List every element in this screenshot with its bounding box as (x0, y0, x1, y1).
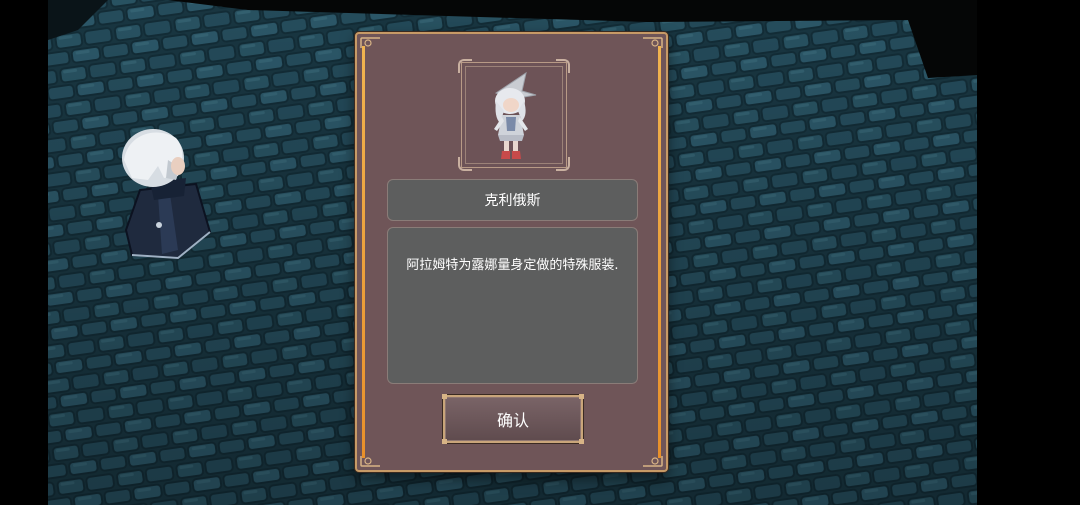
ornament-corner-icon (360, 456, 380, 467)
item-portrait-frame (458, 59, 570, 171)
item-description: 阿拉姆特为露娜量身定做的特殊服装. (406, 258, 619, 273)
ornament-corner-icon (643, 456, 663, 467)
costume-portrait-icon (494, 71, 537, 159)
ornament-corner-icon (360, 37, 380, 48)
confirm-button-label: 确认 (496, 411, 529, 430)
dialog-left-stripe (362, 46, 365, 458)
ornament-corner-icon (643, 37, 663, 48)
item-name: 克利俄斯 (484, 193, 541, 209)
player-character[interactable] (118, 120, 218, 270)
dialog-right-stripe (658, 46, 661, 458)
item-description-box: 阿拉姆特为露娜量身定做的特殊服装. (387, 227, 638, 384)
item-info-dialog: 克利俄斯 阿拉姆特为露娜量身定做的特殊服装. 确认 (355, 32, 668, 472)
item-name-box: 克利俄斯 (387, 179, 638, 221)
confirm-button[interactable]: 确认 (442, 394, 584, 444)
game-screen: 克利俄斯 阿拉姆特为露娜量身定做的特殊服装. 确认 (0, 0, 1080, 505)
